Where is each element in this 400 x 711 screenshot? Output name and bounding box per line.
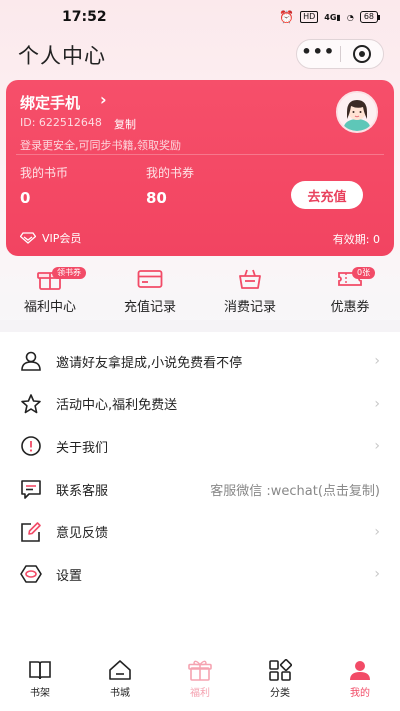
tab-bookstore[interactable]: 书城 xyxy=(80,654,160,711)
grid-icon xyxy=(269,659,292,681)
close-button[interactable] xyxy=(341,40,384,68)
quick-recharge-records[interactable]: 充值记录 xyxy=(100,264,200,316)
menu-about-us[interactable]: 关于我们 › xyxy=(0,425,400,468)
status-time: 17:52 xyxy=(62,9,107,25)
signal-icon: 4G▮ xyxy=(324,12,341,22)
bottom-tab-bar: 书架 书城 福利 分类 我的 xyxy=(0,654,400,711)
chat-icon xyxy=(21,480,41,499)
menu-list: 邀请好友拿提成,小说免费看不停 › 活动中心,福利免费送 › 关于我们 › 联系… xyxy=(0,340,400,596)
quick-coupons[interactable]: 0张 优惠券 xyxy=(300,264,400,316)
menu-invite-friends[interactable]: 邀请好友拿提成,小说免费看不停 › xyxy=(0,340,400,383)
chevron-right-icon: › xyxy=(374,523,380,540)
tab-mine[interactable]: 我的 xyxy=(320,654,400,711)
section-separator xyxy=(0,320,400,332)
card-icon xyxy=(137,270,163,288)
menu-contact-service[interactable]: 联系客服 客服微信 :wechat(点击复制) xyxy=(0,468,400,511)
login-tip: 登录更安全,可同步书籍,领取奖励 xyxy=(20,139,181,152)
wifi-icon: ◔ xyxy=(346,12,354,22)
book-icon xyxy=(29,661,51,680)
menu-label: 邀请好友拿提成,小说免费看不停 xyxy=(56,355,243,371)
menu-label: 意见反馈 xyxy=(56,526,109,542)
coupons-value[interactable]: 80 xyxy=(146,189,167,207)
tab-label: 我的 xyxy=(350,688,370,699)
home-icon xyxy=(109,660,131,680)
menu-label: 联系客服 xyxy=(56,483,109,499)
quick-label: 消费记录 xyxy=(223,300,276,315)
service-wechat-copy[interactable]: 客服微信 :wechat(点击复制) xyxy=(210,480,380,499)
coupons-label: 我的书券 xyxy=(146,166,195,180)
vip-member-link[interactable]: VIP会员 xyxy=(20,230,81,246)
vip-expiry: 有效期: 0 xyxy=(332,233,380,246)
user-icon xyxy=(21,351,41,372)
page-title: 个人中心 xyxy=(18,44,106,68)
tab-label: 福利 xyxy=(190,688,210,699)
user-card: 绑定手机 › ID: 622512648 复制 登录更安全,可同步书籍,领取奖励… xyxy=(6,80,394,256)
menu-label: 活动中心,福利免费送 xyxy=(56,398,178,414)
chevron-right-icon: › xyxy=(374,395,380,412)
quick-welfare-center[interactable]: 领书券 福利中心 xyxy=(0,264,100,316)
more-button[interactable]: ••• xyxy=(297,40,340,68)
star-icon xyxy=(21,394,41,414)
profile-icon xyxy=(350,661,370,680)
menu-settings[interactable]: 设置 › xyxy=(0,553,400,596)
tab-label: 书城 xyxy=(110,688,130,699)
quick-actions: 领书券 福利中心 充值记录 消费记录 0张 优惠券 xyxy=(0,264,400,316)
menu-activity-center[interactable]: 活动中心,福利免费送 › xyxy=(0,383,400,426)
alarm-icon: ⏰ xyxy=(279,10,295,24)
menu-feedback[interactable]: 意见反馈 › xyxy=(0,510,400,553)
gift-icon xyxy=(188,660,212,681)
tab-label: 书架 xyxy=(30,688,50,699)
recharge-button[interactable]: 去充值 xyxy=(291,181,363,209)
chevron-right-icon: › xyxy=(374,438,380,455)
chevron-right-icon: › xyxy=(100,90,107,109)
edit-icon xyxy=(21,521,41,542)
quick-label: 优惠券 xyxy=(330,300,370,315)
tab-bookshelf[interactable]: 书架 xyxy=(0,654,80,711)
battery-icon: 68 xyxy=(359,11,381,23)
basket-icon xyxy=(239,269,261,289)
hd-icon: HD xyxy=(300,11,319,23)
menu-label: 设置 xyxy=(56,568,83,584)
coins-label: 我的书币 xyxy=(20,166,69,180)
chevron-right-icon: › xyxy=(374,353,380,370)
tab-welfare[interactable]: 福利 xyxy=(160,654,240,711)
vip-label: VIP会员 xyxy=(42,232,82,245)
quick-label: 福利中心 xyxy=(23,300,76,315)
welfare-badge: 领书券 xyxy=(52,267,86,279)
more-dots-icon: ••• xyxy=(301,41,336,61)
chevron-right-icon: › xyxy=(374,566,380,583)
quick-consumption-records[interactable]: 消费记录 xyxy=(200,264,300,316)
copy-id-button[interactable]: 复制 xyxy=(114,116,136,132)
mini-program-capsule: ••• xyxy=(296,39,384,69)
avatar-girl-icon xyxy=(338,93,376,131)
avatar[interactable] xyxy=(336,91,378,133)
status-icons: ⏰ HD 4G▮ ◔ 68 xyxy=(279,10,381,24)
info-icon xyxy=(21,436,41,457)
status-bar: 17:52 ⏰ HD 4G▮ ◔ 68 xyxy=(0,0,400,34)
card-divider xyxy=(16,154,384,155)
close-icon xyxy=(352,45,371,63)
menu-label: 关于我们 xyxy=(56,440,109,456)
settings-icon xyxy=(20,565,42,584)
coupon-badge: 0张 xyxy=(352,267,376,279)
diamond-icon xyxy=(20,232,36,244)
tab-category[interactable]: 分类 xyxy=(240,654,320,711)
user-id: ID: 622512648 xyxy=(20,116,102,129)
bind-phone-link[interactable]: 绑定手机 xyxy=(20,92,80,113)
coins-value[interactable]: 0 xyxy=(20,189,30,207)
quick-label: 充值记录 xyxy=(123,300,176,315)
tab-label: 分类 xyxy=(270,688,290,699)
